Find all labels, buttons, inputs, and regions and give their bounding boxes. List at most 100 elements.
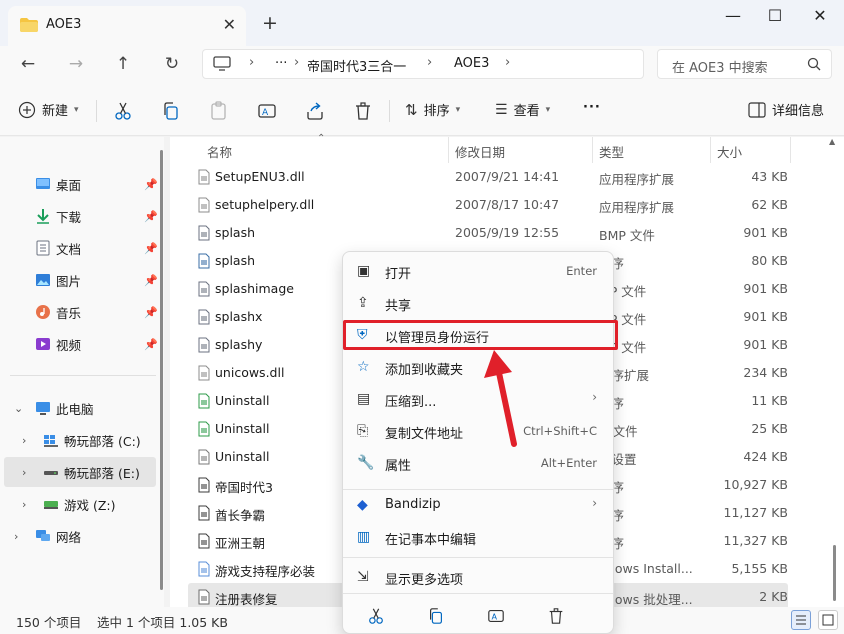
- refresh-icon[interactable]: ↻: [160, 54, 184, 74]
- sidebar-item-videos[interactable]: 视频 📌: [4, 329, 158, 359]
- sidebar-item-network[interactable]: › 网络: [4, 521, 156, 551]
- sidebar-item-downloads[interactable]: 下载 📌: [4, 201, 158, 231]
- new-tab-button[interactable]: +: [262, 12, 278, 34]
- dll-icon: [198, 169, 210, 185]
- sidebar-item-drive-c[interactable]: › 畅玩部落 (C:): [4, 425, 156, 455]
- cut-icon[interactable]: [367, 607, 385, 625]
- close-window-icon[interactable]: ✕: [805, 6, 835, 28]
- uninstall-icon: [198, 421, 210, 437]
- file-list-scrollbar[interactable]: [833, 545, 836, 601]
- breadcrumb-item[interactable]: AOE3: [454, 56, 489, 71]
- sidebar-item-this-pc[interactable]: ⌄ 此电脑: [4, 393, 156, 423]
- search-input[interactable]: 在 AOE3 中搜索: [657, 49, 832, 79]
- details-button[interactable]: 详细信息: [748, 100, 824, 119]
- chevron-down-icon: ▾: [74, 104, 79, 115]
- sidebar-item-label: 网络: [56, 529, 82, 545]
- selection-info: 选中 1 个项目 1.05 KB: [97, 615, 228, 630]
- menu-item[interactable]: ▥ 在记事本中编辑: [347, 522, 609, 552]
- sidebar-item-documents[interactable]: 文档 📌: [4, 233, 158, 263]
- settings-file-icon: [198, 449, 210, 465]
- view-button[interactable]: ☰ 查看 ▾: [495, 100, 550, 120]
- delete-icon[interactable]: [547, 607, 565, 625]
- sidebar-item-label: 文档: [56, 241, 82, 257]
- chevron-right-icon[interactable]: ›: [22, 434, 26, 447]
- sort-button[interactable]: ⇅ 排序 ▾: [405, 100, 460, 120]
- menu-item[interactable]: ▣ 打开 Enter: [347, 256, 609, 286]
- column-header-date[interactable]: 修改日期: [455, 142, 505, 161]
- copy-icon[interactable]: [427, 607, 445, 625]
- sidebar-item-label: 视频: [56, 337, 82, 353]
- maximize-icon[interactable]: ☐: [760, 6, 790, 28]
- plus-circle-icon: [18, 101, 36, 118]
- delete-icon[interactable]: [353, 101, 373, 121]
- sidebar-item-music[interactable]: 音乐 📌: [4, 297, 158, 327]
- file-row[interactable]: setuphelpery.dll 2007/8/17 10:47 应用程序扩展 62 …: [188, 191, 788, 219]
- column-divider[interactable]: [710, 137, 711, 163]
- chevron-right-icon[interactable]: ›: [14, 530, 18, 543]
- file-size: 901 KB: [743, 337, 788, 352]
- tab-aoe3[interactable]: AOE3 ✕: [8, 6, 246, 46]
- sidebar-item-drive-e[interactable]: › 畅玩部落 (E:): [4, 457, 156, 487]
- menu-item-label: 复制文件地址: [385, 427, 464, 442]
- menu-item[interactable]: ⇪ 共享: [347, 288, 609, 318]
- batch-icon: [198, 589, 210, 605]
- column-divider[interactable]: [790, 137, 791, 163]
- svg-text:A: A: [492, 612, 498, 622]
- cut-icon[interactable]: [113, 101, 133, 121]
- network-drive-icon: [44, 501, 58, 509]
- chevron-right-icon: ›: [505, 55, 511, 70]
- menu-item[interactable]: 🔧 属性 Alt+Enter: [347, 448, 609, 478]
- menu-item[interactable]: ◆ Bandizip ›: [347, 490, 609, 520]
- breadcrumb-ellipsis[interactable]: ···: [275, 56, 287, 71]
- bmp-icon: [198, 309, 210, 325]
- chevron-right-icon[interactable]: ›: [22, 498, 26, 511]
- share-icon[interactable]: [305, 101, 325, 121]
- up-arrow-icon[interactable]: ↑: [111, 54, 135, 74]
- sidebar-item-pictures[interactable]: 图片 📌: [4, 265, 158, 295]
- pin-icon: 📌: [144, 241, 158, 255]
- column-header-size[interactable]: 大小: [717, 142, 742, 161]
- column-divider[interactable]: [448, 137, 449, 163]
- rename-icon[interactable]: A: [257, 101, 277, 121]
- paste-icon[interactable]: [209, 101, 229, 121]
- menu-item[interactable]: ⎘ 复制文件地址 Ctrl+Shift+C: [347, 416, 609, 446]
- chevron-right-icon: ›: [249, 55, 255, 70]
- menu-item[interactable]: ⇲ 显示更多选项: [347, 562, 609, 592]
- chevron-down-icon[interactable]: ⌄: [14, 402, 23, 415]
- sidebar-item-desktop[interactable]: 桌面 📌: [4, 169, 158, 199]
- copy-icon[interactable]: [161, 101, 181, 121]
- forward-arrow-icon[interactable]: →: [64, 54, 88, 74]
- file-row[interactable]: SetupENU3.dll 2007/9/21 14:41 应用程序扩展 43 KB: [188, 163, 788, 191]
- menu-item[interactable]: ☆ 添加到收藏夹: [347, 352, 609, 382]
- sidebar-item-drive-z[interactable]: › 游戏 (Z:): [4, 489, 156, 519]
- menu-item[interactable]: ▤ 压缩到... ›: [347, 384, 609, 414]
- file-size: 10,927 KB: [723, 477, 788, 492]
- file-row[interactable]: splash 2005/9/19 12:55 BMP 文件 901 KB: [188, 219, 788, 247]
- game-icon: [198, 505, 210, 521]
- address-bar[interactable]: › ··· › 帝国时代3三合一 › AOE3 ›: [202, 49, 644, 79]
- sidebar-scrollbar[interactable]: [160, 150, 163, 590]
- menu-item-label: Bandizip: [385, 497, 441, 512]
- tiles-view-button[interactable]: [818, 610, 838, 630]
- file-name: 亚洲王朝: [215, 536, 266, 551]
- rename-icon[interactable]: A: [487, 607, 505, 625]
- column-header-type[interactable]: 类型: [599, 142, 624, 161]
- close-tab-icon[interactable]: ✕: [223, 15, 236, 34]
- sidebar-item-label: 畅玩部落 (C:): [64, 433, 141, 449]
- chevron-right-icon: ›: [592, 496, 597, 510]
- breadcrumb-item[interactable]: 帝国时代3三合一: [307, 56, 406, 75]
- column-header-name[interactable]: 名称: [207, 142, 232, 161]
- new-button[interactable]: 新建 ▾: [18, 100, 79, 119]
- file-size: 11,327 KB: [723, 533, 788, 548]
- more-button[interactable]: ···: [583, 100, 601, 115]
- scroll-up-icon[interactable]: ▲: [829, 137, 835, 146]
- file-date: 2007/9/21 14:41: [455, 169, 560, 184]
- menu-divider: [343, 489, 613, 490]
- file-name: SetupENU3.dll: [215, 169, 305, 184]
- details-view-button[interactable]: [791, 610, 811, 630]
- chevron-right-icon[interactable]: ›: [22, 466, 26, 479]
- minimize-icon[interactable]: —: [718, 6, 748, 28]
- column-divider[interactable]: [592, 137, 593, 163]
- back-arrow-icon[interactable]: ←: [16, 54, 40, 74]
- file-name: 酋长争霸: [215, 508, 266, 523]
